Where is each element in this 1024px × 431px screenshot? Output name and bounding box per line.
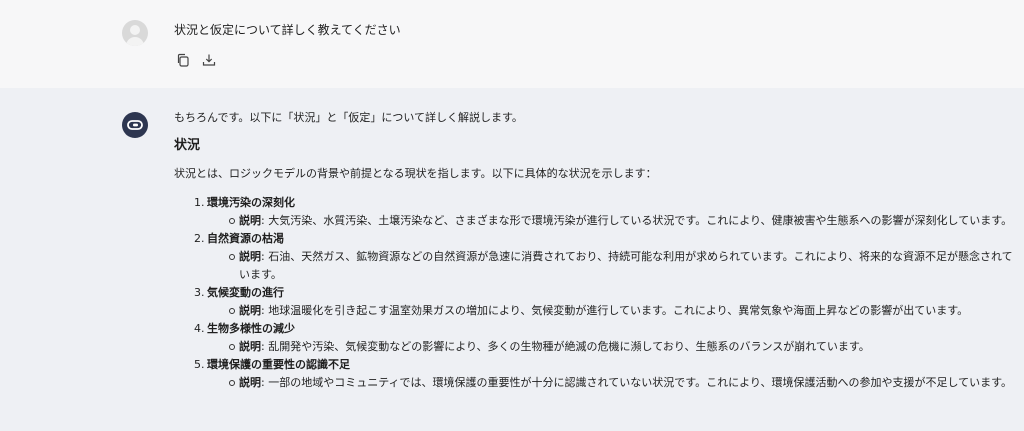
download-button[interactable] [200, 51, 218, 69]
description-text: : 乱開発や汚染、気候変動などの影響により、多くの生物種が絶滅の危機に瀕しており… [261, 340, 870, 353]
assistant-message-content: もちろんです。以下に「状況」と「仮定」について詳しく解説します。 状況 状況とは… [174, 109, 1014, 392]
avatar-body [126, 37, 144, 46]
section-lead: 状況とは、ロジックモデルの背景や前提となる現状を指します。以下に具体的な状況を示… [174, 167, 657, 180]
list-item: 2. 自然資源の枯渇 [174, 230, 1014, 248]
assistant-logo-icon [127, 120, 143, 130]
item-title: 気候変動の進行 [207, 286, 284, 299]
bullet-icon [229, 308, 235, 314]
description-label: 説明 [239, 340, 261, 353]
avatar-head [130, 25, 140, 35]
item-title: 環境汚染の深刻化 [207, 196, 295, 209]
description-text: : 石油、天然ガス、鉱物資源などの自然資源が急速に消費されており、持続可能な利用… [239, 250, 1013, 281]
list-item: 3. 気候変動の進行 [174, 284, 1014, 302]
situation-list: 1. 環境汚染の深刻化 説明: 大気汚染、水質汚染、土壌汚染など、さまざまな形で… [174, 194, 1014, 392]
bullet-icon [229, 218, 235, 224]
list-item: 1. 環境汚染の深刻化 [174, 194, 1014, 212]
copy-icon [177, 53, 189, 67]
copy-button[interactable] [174, 51, 192, 69]
user-message-block: 状況と仮定について詳しく教えてください [0, 0, 1024, 88]
list-item-description: 説明: 石油、天然ガス、鉱物資源などの自然資源が急速に消費されており、持続可能な… [174, 248, 1014, 284]
assistant-intro: もちろんです。以下に「状況」と「仮定」について詳しく解説します。 [174, 111, 523, 124]
list-item-description: 説明: 地球温暖化を引き起こす温室効果ガスの増加により、気候変動が進行しています… [174, 302, 1014, 320]
bullet-icon [229, 254, 235, 260]
list-item: 5. 環境保護の重要性の認識不足 [174, 356, 1014, 374]
item-number: 4. [194, 322, 205, 335]
description-label: 説明 [239, 250, 261, 263]
item-title: 自然資源の枯渇 [207, 232, 284, 245]
item-title: 環境保護の重要性の認識不足 [207, 358, 350, 371]
assistant-avatar [122, 112, 148, 138]
item-number: 2. [194, 232, 205, 245]
bullet-icon [229, 380, 235, 386]
bullet-icon [229, 344, 235, 350]
item-number: 5. [194, 358, 205, 371]
item-title: 生物多様性の減少 [207, 322, 295, 335]
description-label: 説明 [239, 214, 261, 227]
item-number: 3. [194, 286, 205, 299]
list-item-description: 説明: 大気汚染、水質汚染、土壌汚染など、さまざまな形で環境汚染が進行している状… [174, 212, 1014, 230]
description-text: : 大気汚染、水質汚染、土壌汚染など、さまざまな形で環境汚染が進行している状況で… [261, 214, 1013, 227]
user-avatar [122, 20, 148, 46]
description-text: : 一部の地域やコミュニティでは、環境保護の重要性が十分に認識されていない状況で… [261, 376, 1013, 389]
assistant-message-block: もちろんです。以下に「状況」と「仮定」について詳しく解説します。 状況 状況とは… [0, 88, 1024, 431]
description-label: 説明 [239, 376, 261, 389]
section-heading: 状況 [174, 138, 201, 153]
list-item: 4. 生物多様性の減少 [174, 320, 1014, 338]
download-icon [202, 54, 216, 66]
description-label: 説明 [239, 304, 261, 317]
list-item-description: 説明: 一部の地域やコミュニティでは、環境保護の重要性が十分に認識されていない状… [174, 374, 1014, 392]
item-number: 1. [194, 196, 205, 209]
user-message-text: 状況と仮定について詳しく教えてください [174, 23, 401, 37]
description-text: : 地球温暖化を引き起こす温室効果ガスの増加により、気候変動が進行しています。こ… [261, 304, 969, 317]
list-item-description: 説明: 乱開発や汚染、気候変動などの影響により、多くの生物種が絶滅の危機に瀕して… [174, 338, 1014, 356]
